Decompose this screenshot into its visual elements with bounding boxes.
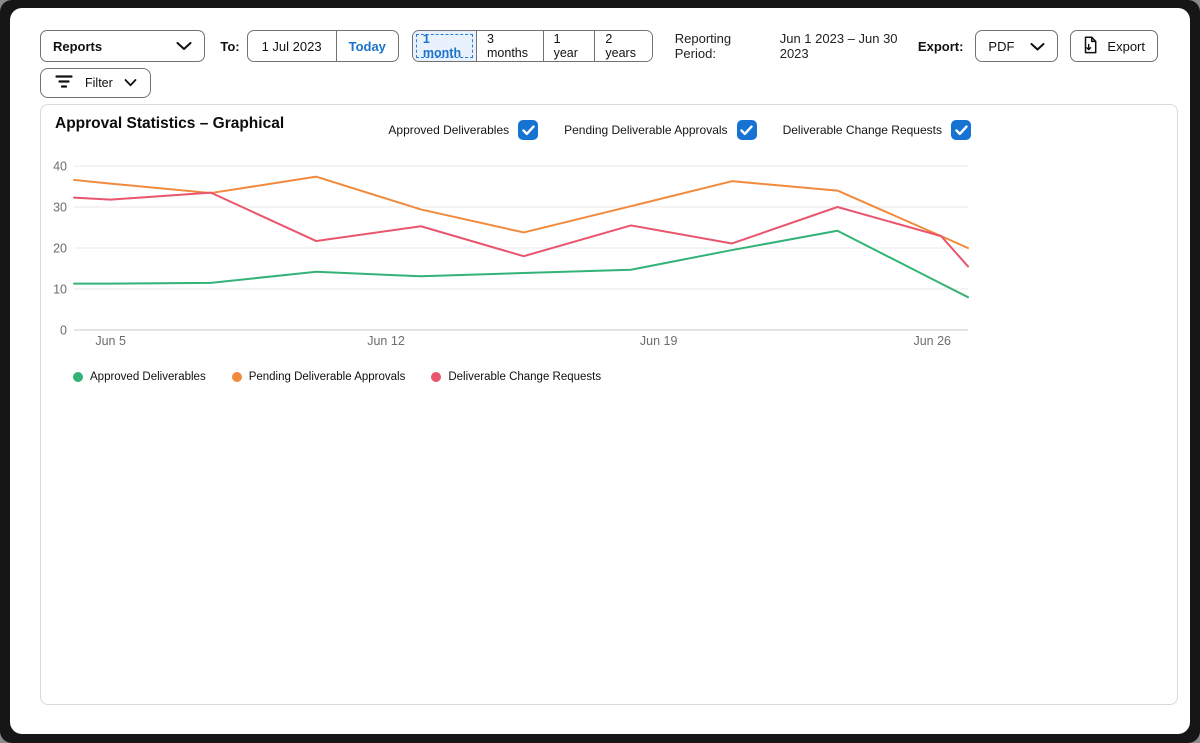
checkbox-checked-icon[interactable] xyxy=(951,120,971,140)
series-toggles: Approved Deliverables Pending Deliverabl… xyxy=(388,120,971,140)
toggle-label: Deliverable Change Requests xyxy=(783,123,942,137)
filter-button[interactable]: Filter xyxy=(40,68,151,98)
legend-label: Approved Deliverables xyxy=(90,371,206,383)
export-cluster: Export: PDF Export xyxy=(918,30,1158,62)
export-button[interactable]: Export xyxy=(1070,30,1158,62)
chart-legend: Approved Deliverables Pending Deliverabl… xyxy=(73,371,601,383)
svg-text:Jun 12: Jun 12 xyxy=(367,334,405,348)
legend-label: Deliverable Change Requests xyxy=(448,371,601,383)
today-button[interactable]: Today xyxy=(337,39,398,54)
toggle-deliverable-change-requests: Deliverable Change Requests xyxy=(783,120,971,140)
chevron-down-icon xyxy=(124,76,137,90)
chevron-down-icon xyxy=(1030,39,1045,54)
reports-dropdown-value: Reports xyxy=(53,39,102,54)
export-file-icon xyxy=(1083,36,1098,57)
chevron-down-icon xyxy=(176,39,192,54)
svg-text:10: 10 xyxy=(53,283,67,297)
range-1-year[interactable]: 1 year xyxy=(543,31,595,61)
toolbar: Reports To: 1 Jul 2023 Today 1 month 3 m… xyxy=(40,30,1158,62)
toggle-approved-deliverables: Approved Deliverables xyxy=(388,120,538,140)
range-1-month[interactable]: 1 month xyxy=(413,31,476,61)
export-format-value: PDF xyxy=(988,39,1014,54)
legend-dot-pending xyxy=(232,372,242,382)
time-range-segmented-control: 1 month 3 months 1 year 2 years xyxy=(412,30,653,62)
checkbox-checked-icon[interactable] xyxy=(737,120,757,140)
legend-item: Deliverable Change Requests xyxy=(431,371,601,383)
range-3-months[interactable]: 3 months xyxy=(476,31,543,61)
checkbox-checked-icon[interactable] xyxy=(518,120,538,140)
legend-item: Pending Deliverable Approvals xyxy=(232,371,406,383)
reports-dropdown[interactable]: Reports xyxy=(40,30,205,62)
reporting-period-label: Reporting Period: xyxy=(675,31,768,61)
svg-text:Jun 26: Jun 26 xyxy=(913,334,951,348)
reporting-period: Reporting Period: Jun 1 2023 – Jun 30 20… xyxy=(675,31,918,61)
reporting-period-value: Jun 1 2023 – Jun 30 2023 xyxy=(780,31,918,61)
filter-row: Filter xyxy=(40,68,151,98)
export-label: Export: xyxy=(918,39,964,54)
panel-title: Approval Statistics – Graphical xyxy=(55,115,284,133)
legend-dot-change-requests xyxy=(431,372,441,382)
approval-statistics-panel: Approval Statistics – Graphical Approved… xyxy=(40,104,1178,705)
to-label: To: xyxy=(220,39,239,54)
svg-text:Jun 5: Jun 5 xyxy=(95,334,126,348)
approval-chart: 0 10 20 30 40 Jun 5 Jun 12 Jun 19 Jun 26 xyxy=(41,155,1021,370)
svg-text:Jun 19: Jun 19 xyxy=(640,334,678,348)
to-date-value[interactable]: 1 Jul 2023 xyxy=(248,39,336,54)
app-window: Reports To: 1 Jul 2023 Today 1 month 3 m… xyxy=(10,8,1190,734)
export-button-label: Export xyxy=(1107,39,1145,54)
legend-item: Approved Deliverables xyxy=(73,371,206,383)
svg-text:20: 20 xyxy=(53,242,67,256)
legend-label: Pending Deliverable Approvals xyxy=(249,371,406,383)
export-format-dropdown[interactable]: PDF xyxy=(975,30,1058,62)
toggle-pending-deliverable-approvals: Pending Deliverable Approvals xyxy=(564,120,756,140)
screenshot-frame: Reports To: 1 Jul 2023 Today 1 month 3 m… xyxy=(0,0,1200,743)
filter-lines-icon xyxy=(54,74,74,92)
svg-text:30: 30 xyxy=(53,201,67,215)
range-2-years[interactable]: 2 years xyxy=(594,31,651,61)
filter-button-label: Filter xyxy=(85,76,113,90)
legend-dot-approved xyxy=(73,372,83,382)
toggle-label: Approved Deliverables xyxy=(388,123,509,137)
to-date-field[interactable]: 1 Jul 2023 Today xyxy=(247,30,399,62)
svg-text:0: 0 xyxy=(60,324,67,338)
toggle-label: Pending Deliverable Approvals xyxy=(564,123,727,137)
svg-text:40: 40 xyxy=(53,160,67,174)
